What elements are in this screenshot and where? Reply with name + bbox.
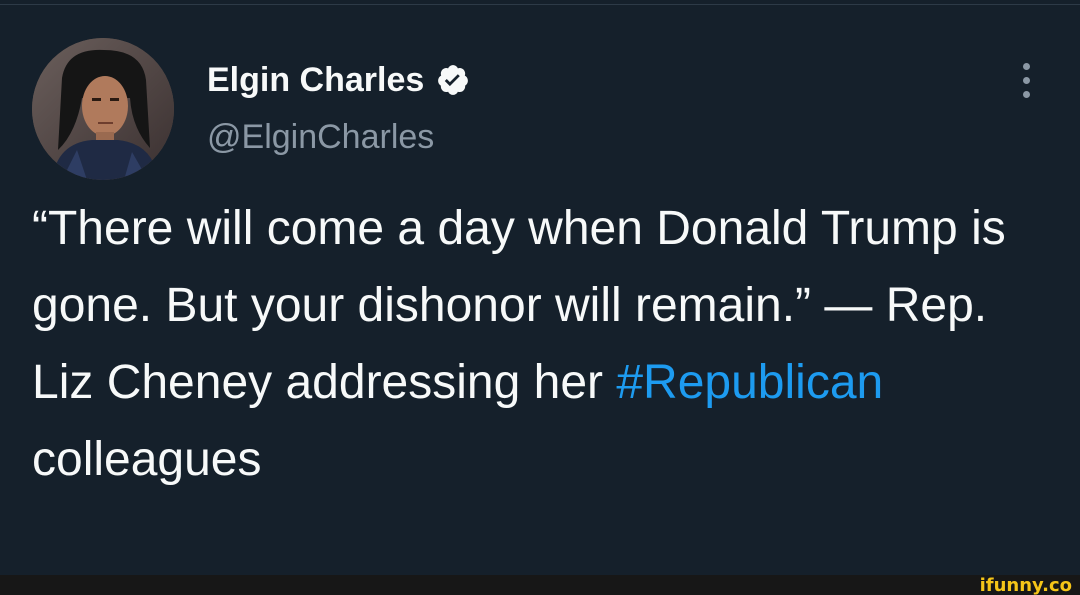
hashtag-link[interactable]: #Republican (616, 356, 883, 409)
dot (1022, 90, 1030, 98)
display-name[interactable]: Elgin Charles (207, 61, 424, 100)
tweet-text-end: colleagues (32, 433, 262, 486)
tweet-screenshot: Elgin Charles @ElginCharles “There will … (0, 0, 1080, 595)
verified-badge-icon (436, 63, 470, 97)
footer-bar (0, 575, 1080, 595)
author-row: Elgin Charles (207, 58, 470, 102)
dot (1022, 62, 1030, 70)
avatar-image (32, 38, 174, 180)
dot (1022, 76, 1030, 84)
author-handle[interactable]: @ElginCharles (207, 118, 434, 157)
more-options-icon[interactable] (1012, 58, 1040, 102)
avatar[interactable] (32, 38, 174, 180)
divider (0, 4, 1080, 5)
tweet-text: “There will come a day when Donald Trump… (32, 190, 1042, 498)
watermark-logo: ifunny.co (979, 574, 1072, 595)
